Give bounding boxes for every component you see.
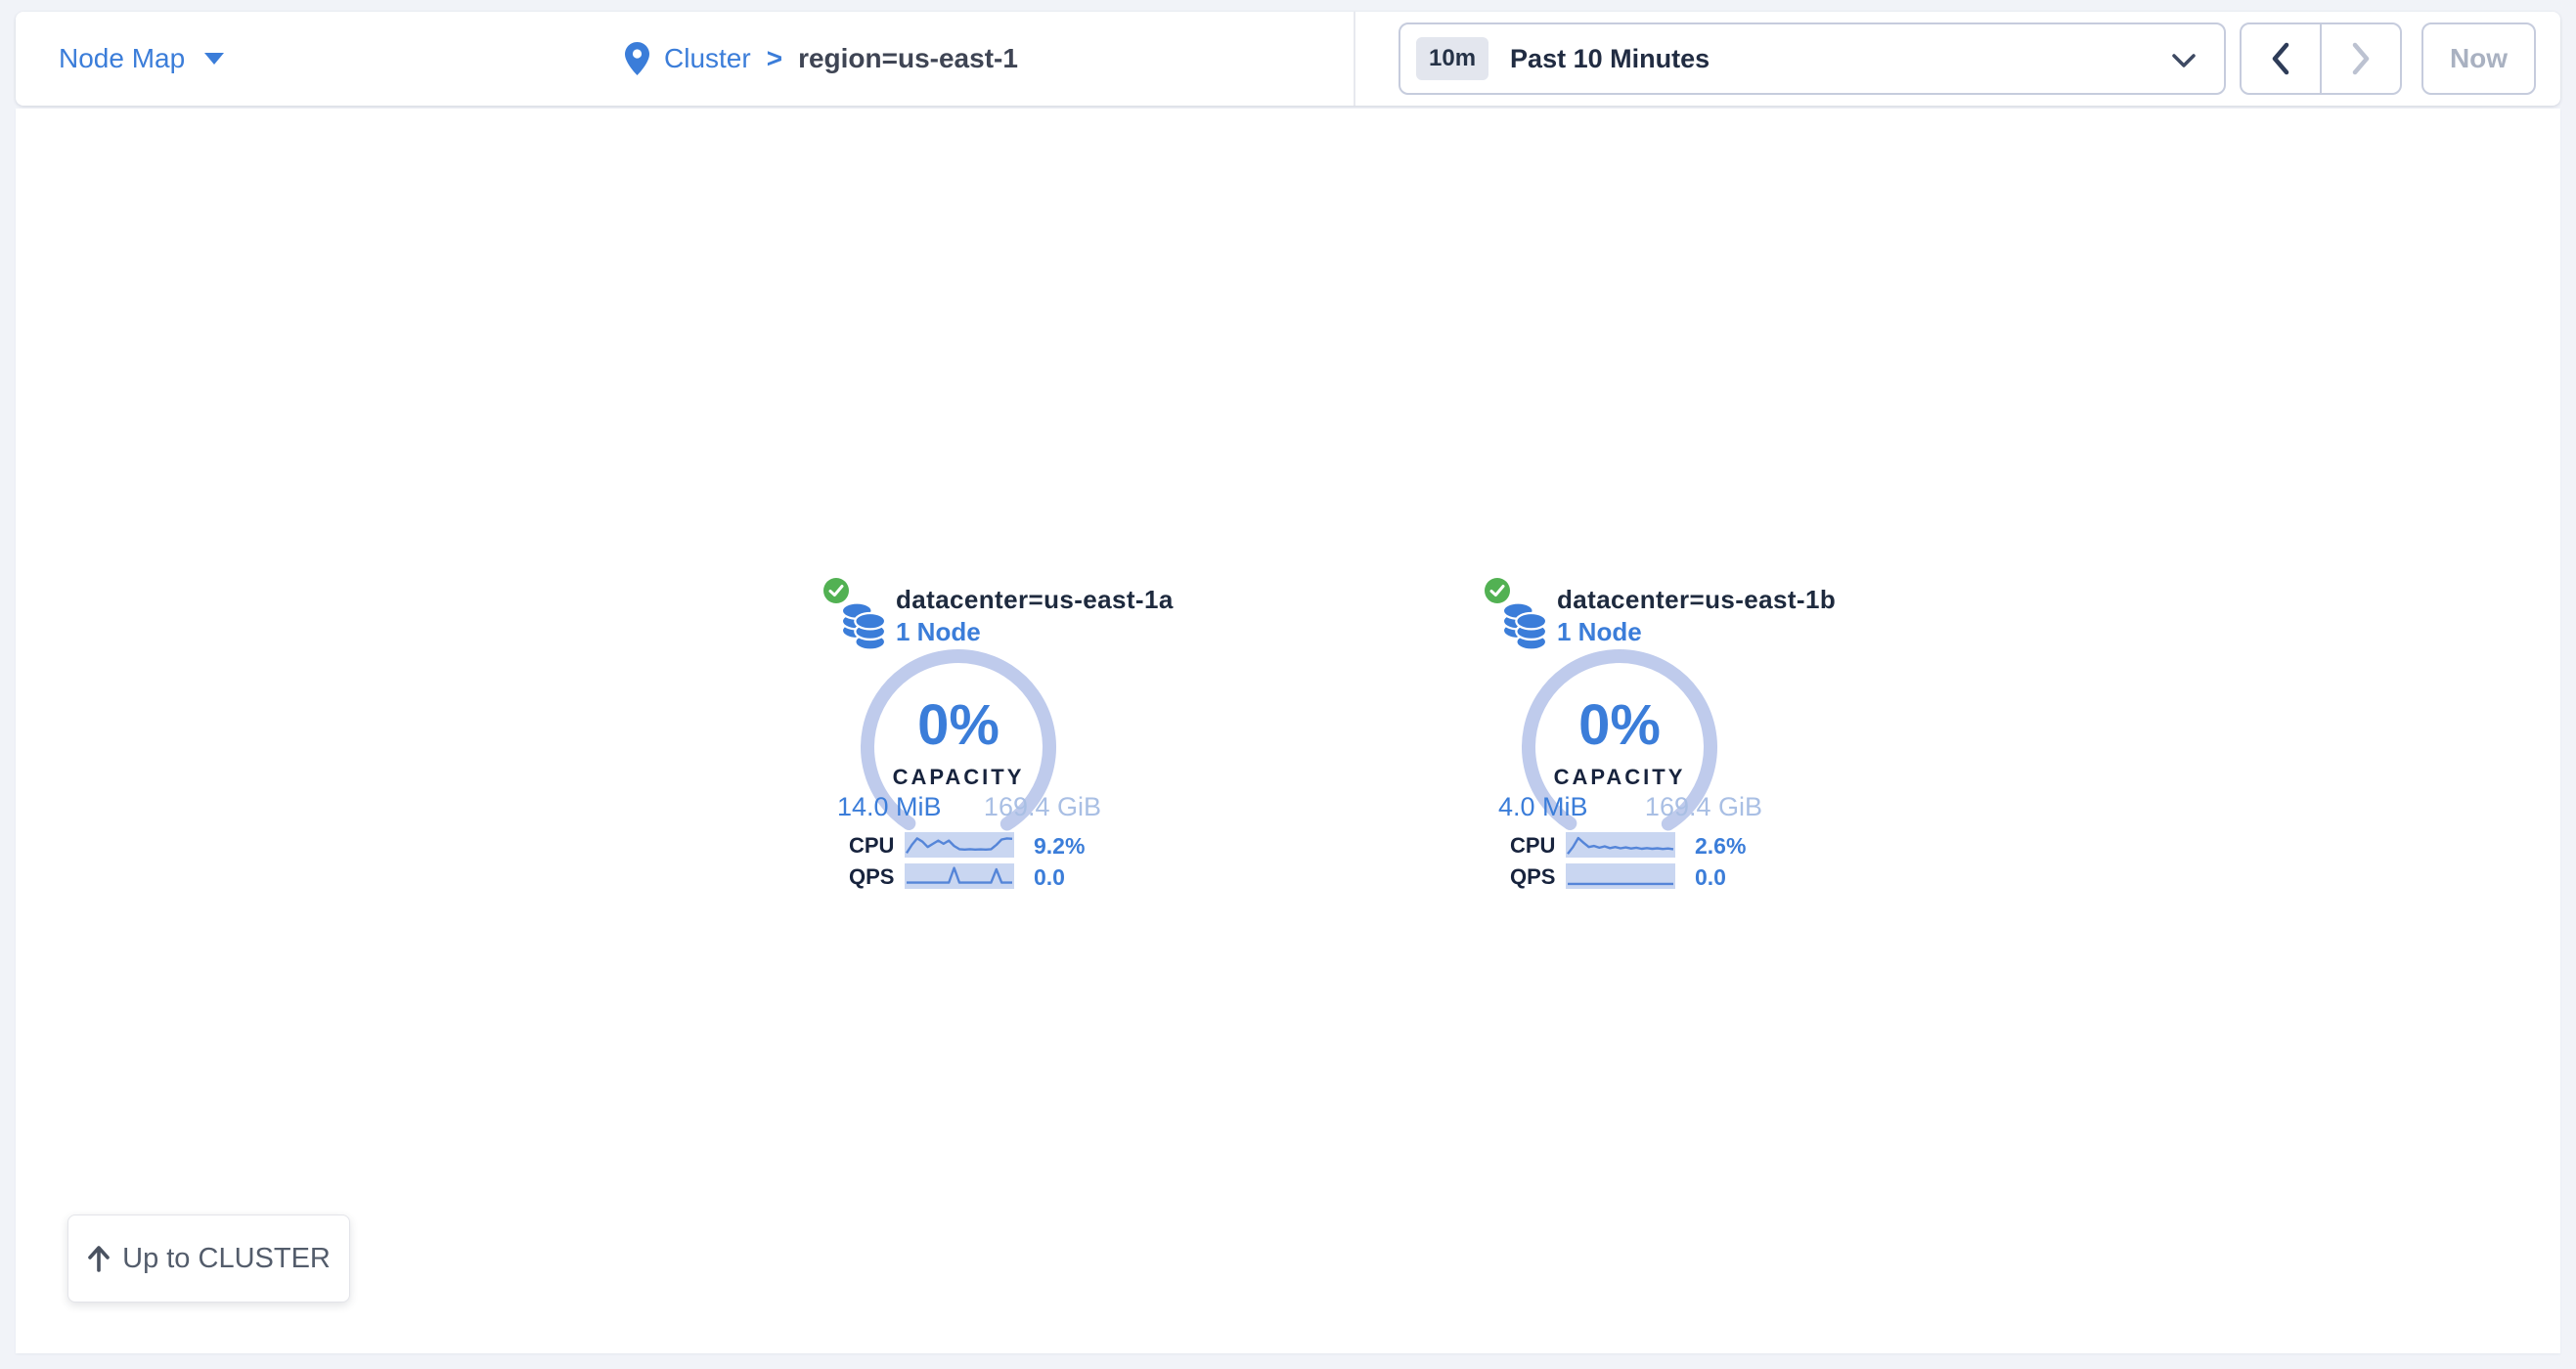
capacity-gauge: 0% CAPACITY <box>1512 640 1727 855</box>
capacity-total: 169.4 GiB <box>984 792 1101 822</box>
capacity-label: CAPACITY <box>1512 765 1727 790</box>
toolbar-divider <box>1354 12 1355 106</box>
cpu-label: CPU <box>849 833 894 859</box>
locality-name: datacenter=us-east-1a <box>896 585 1174 615</box>
location-pin-icon <box>624 41 650 76</box>
cpu-stat-row: CPU 9.2% <box>812 831 1115 859</box>
locality-card-us-east-1b[interactable]: datacenter=us-east-1b 1 Node 0% CAPACITY… <box>1473 575 1776 900</box>
breadcrumb: Cluster > region=us-east-1 <box>624 12 1018 106</box>
capacity-values: 14.0 MiB 169.4 GiB <box>837 792 1101 822</box>
chevron-down-icon <box>2171 51 2197 70</box>
cpu-value: 2.6% <box>1695 833 1746 860</box>
qps-value: 0.0 <box>1695 864 1726 891</box>
cpu-stat-row: CPU 2.6% <box>1473 831 1776 859</box>
capacity-gauge: 0% CAPACITY <box>851 640 1066 855</box>
qps-sparkline <box>1566 863 1675 889</box>
cpu-sparkline <box>1566 832 1675 858</box>
time-window-label: Past 10 Minutes <box>1510 44 1710 74</box>
arrow-up-icon <box>87 1245 111 1272</box>
up-to-cluster-button[interactable]: Up to CLUSTER <box>67 1214 350 1303</box>
locality-name: datacenter=us-east-1b <box>1557 585 1836 615</box>
view-selector-dropdown[interactable]: Node Map <box>59 12 224 106</box>
chevron-right-icon <box>2350 42 2372 75</box>
capacity-used: 4.0 MiB <box>1498 792 1588 822</box>
chevron-left-icon <box>2270 42 2291 75</box>
cpu-label: CPU <box>1510 833 1555 859</box>
map-canvas: datacenter=us-east-1a 1 Node 0% CAPACITY… <box>16 109 2560 1353</box>
breadcrumb-separator: > <box>767 43 782 74</box>
capacity-label: CAPACITY <box>851 765 1066 790</box>
qps-stat-row: QPS 0.0 <box>1473 862 1776 890</box>
breadcrumb-cluster-link[interactable]: Cluster <box>664 43 751 74</box>
qps-value: 0.0 <box>1034 864 1065 891</box>
toolbar: Node Map Cluster > region=us-east-1 10m … <box>16 12 2560 106</box>
qps-stat-row: QPS 0.0 <box>812 862 1115 890</box>
qps-label: QPS <box>849 864 894 890</box>
node-map-page: Node Map Cluster > region=us-east-1 10m … <box>0 0 2576 1369</box>
up-to-cluster-label: Up to CLUSTER <box>122 1243 331 1275</box>
capacity-used: 14.0 MiB <box>837 792 942 822</box>
view-selector-label: Node Map <box>59 43 185 74</box>
capacity-percent: 0% <box>1512 692 1727 758</box>
now-button[interactable]: Now <box>2421 22 2536 95</box>
time-window-badge: 10m <box>1416 37 1488 80</box>
breadcrumb-current: region=us-east-1 <box>798 43 1018 74</box>
capacity-percent: 0% <box>851 692 1066 758</box>
capacity-values: 4.0 MiB 169.4 GiB <box>1498 792 1762 822</box>
qps-label: QPS <box>1510 864 1555 890</box>
cpu-value: 9.2% <box>1034 833 1085 860</box>
caret-down-icon <box>204 53 224 65</box>
time-nav-group <box>2240 22 2402 95</box>
cpu-sparkline <box>905 832 1014 858</box>
time-forward-button[interactable] <box>2322 24 2400 93</box>
time-window-dropdown[interactable]: 10m Past 10 Minutes <box>1399 22 2226 95</box>
qps-sparkline <box>905 863 1014 889</box>
time-back-button[interactable] <box>2242 24 2322 93</box>
locality-card-us-east-1a[interactable]: datacenter=us-east-1a 1 Node 0% CAPACITY… <box>812 575 1115 900</box>
now-button-label: Now <box>2450 43 2508 74</box>
capacity-total: 169.4 GiB <box>1645 792 1762 822</box>
